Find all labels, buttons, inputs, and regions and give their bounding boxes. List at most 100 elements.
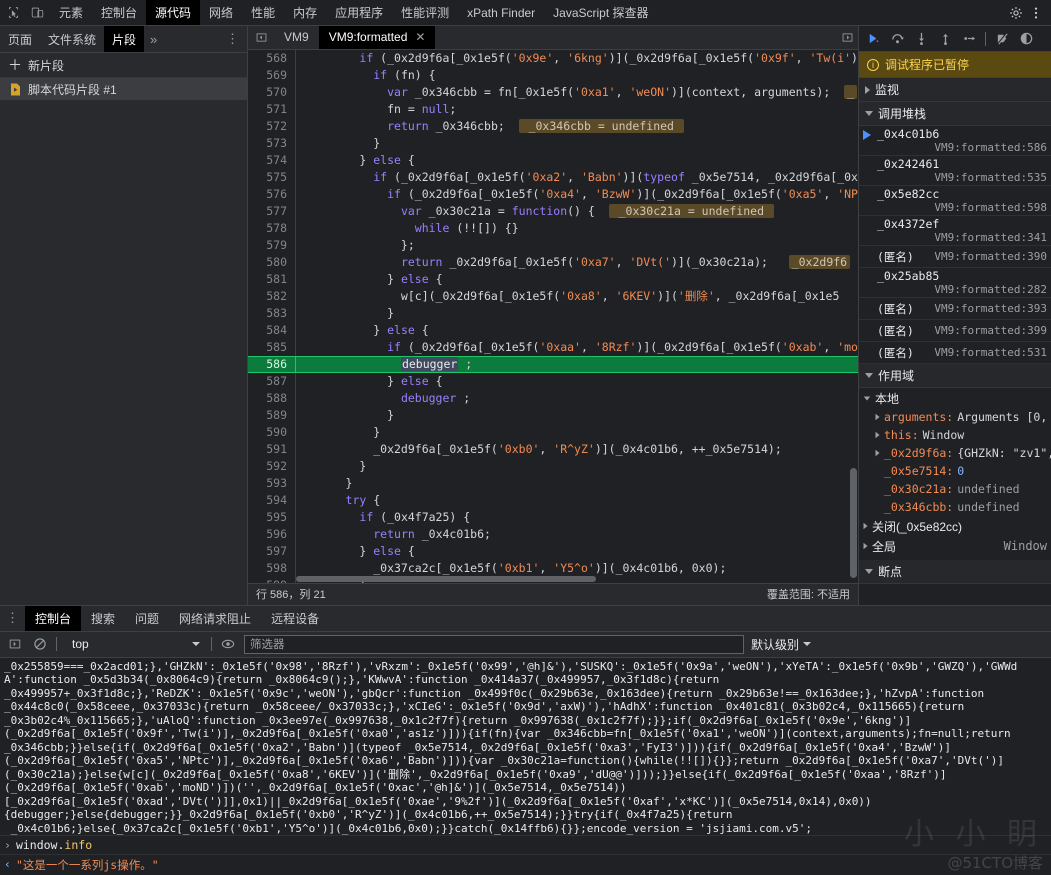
line-source[interactable]: _0x37ca2c[_0x1e5f('0xb1', 'Y5^o')](_0x4c… bbox=[296, 560, 858, 577]
code-line[interactable]: 575 if (_0x2d9f6a[_0x1e5f('0xa2', 'Babn'… bbox=[248, 168, 858, 186]
line-number[interactable]: 596 bbox=[248, 525, 296, 543]
call-stack-frame[interactable]: _0x5e82cc VM9:formatted:598 bbox=[859, 186, 1051, 216]
tab-memory[interactable]: 内存 bbox=[284, 0, 326, 25]
close-icon[interactable]: ✕ bbox=[415, 30, 425, 44]
line-source[interactable]: if (_0x2d9f6a[_0x1e5f('0x9e', '6kng')](_… bbox=[296, 50, 858, 67]
code-line[interactable]: 573 } bbox=[248, 134, 858, 152]
drawer-tab-remote-devices[interactable]: 远程设备 bbox=[261, 606, 329, 631]
line-source[interactable]: var _0x30c21a = function() { _0x30c21a =… bbox=[296, 203, 858, 220]
watch-section-header[interactable]: 监视 bbox=[859, 78, 1051, 102]
editor-horizontal-scrollbar[interactable] bbox=[296, 575, 849, 583]
code-line[interactable]: 579 }; bbox=[248, 236, 858, 254]
code-line[interactable]: 577 var _0x30c21a = function() { _0x30c2… bbox=[248, 202, 858, 220]
call-stack-frame[interactable]: _0x25ab85 VM9:formatted:282 bbox=[859, 268, 1051, 298]
console-input-row[interactable]: › window.info bbox=[0, 835, 1051, 854]
tab-javascript-profiler[interactable]: JavaScript 探查器 bbox=[544, 0, 657, 25]
line-number[interactable]: 578 bbox=[248, 219, 296, 237]
drawer-kebab-icon[interactable]: ⋮ bbox=[0, 606, 25, 631]
line-number[interactable]: 570 bbox=[248, 83, 296, 101]
editor-tab-overflow[interactable] bbox=[841, 26, 858, 49]
code-line[interactable]: 572 return _0x346cbb; _0x346cbb = undefi… bbox=[248, 117, 858, 135]
navigator-kebab-icon[interactable]: ⋮ bbox=[218, 26, 247, 52]
code-line[interactable]: 595 if (_0x4f7a25) { bbox=[248, 508, 858, 526]
line-number[interactable]: 577 bbox=[248, 202, 296, 220]
code-line[interactable]: 581 } else { bbox=[248, 270, 858, 288]
nav-tab-page[interactable]: 页面 bbox=[0, 26, 40, 52]
nav-more-tabs-button[interactable]: » bbox=[144, 26, 163, 52]
code-line[interactable]: 578 while (!![]) {} bbox=[248, 219, 858, 237]
tab-console[interactable]: 控制台 bbox=[92, 0, 146, 25]
tab-elements[interactable]: 元素 bbox=[50, 0, 92, 25]
tab-network[interactable]: 网络 bbox=[200, 0, 242, 25]
code-line[interactable]: 598 _0x37ca2c[_0x1e5f('0xb1', 'Y5^o')](_… bbox=[248, 559, 858, 577]
line-source[interactable]: } bbox=[296, 407, 858, 424]
tab-lighthouse[interactable]: 性能评测 bbox=[392, 0, 458, 25]
line-source[interactable]: if (_0x4f7a25) { bbox=[296, 509, 858, 526]
line-number[interactable]: 591 bbox=[248, 440, 296, 458]
new-snippet-button[interactable]: ＋ 新片段 bbox=[0, 53, 247, 78]
console-input-expression[interactable]: window.info bbox=[16, 838, 92, 852]
line-source[interactable]: } else { bbox=[296, 271, 858, 288]
code-line[interactable]: 568 if (_0x2d9f6a[_0x1e5f('0x9e', '6kng'… bbox=[248, 49, 858, 67]
chevron-right-icon[interactable] bbox=[875, 431, 880, 439]
kebab-menu-icon[interactable] bbox=[1027, 4, 1045, 22]
line-number[interactable]: 599 bbox=[248, 576, 296, 583]
line-number[interactable]: 575 bbox=[248, 168, 296, 186]
line-source[interactable]: return _0x4c01b6; bbox=[296, 526, 858, 543]
line-source[interactable]: } bbox=[296, 475, 858, 492]
tab-performance[interactable]: 性能 bbox=[242, 0, 284, 25]
call-stack-frame[interactable]: (匿名) VM9:formatted:393 bbox=[859, 298, 1051, 320]
line-number[interactable]: 574 bbox=[248, 151, 296, 169]
call-stack-frame[interactable]: (匿名) VM9:formatted:399 bbox=[859, 320, 1051, 342]
line-number[interactable]: 569 bbox=[248, 66, 296, 84]
code-line[interactable]: 593 } bbox=[248, 474, 858, 492]
tab-sources[interactable]: 源代码 bbox=[146, 0, 201, 25]
line-source[interactable]: w[c](_0x2d9f6a[_0x1e5f('0xa8', '6KEV')](… bbox=[296, 288, 858, 305]
deactivate-breakpoints-icon[interactable] bbox=[991, 28, 1013, 50]
editor-vertical-scrollbar[interactable] bbox=[849, 50, 858, 583]
line-source[interactable]: return _0x346cbb; _0x346cbb = undefined bbox=[296, 118, 858, 135]
line-number[interactable]: 598 bbox=[248, 559, 296, 577]
line-number[interactable]: 572 bbox=[248, 117, 296, 135]
line-number[interactable]: 592 bbox=[248, 457, 296, 475]
line-number[interactable]: 594 bbox=[248, 491, 296, 509]
code-line[interactable]: 576 if (_0x2d9f6a[_0x1e5f('0xa4', 'BzwW'… bbox=[248, 185, 858, 203]
code-line[interactable]: 586 debugger ; bbox=[248, 355, 858, 373]
code-line[interactable]: 597 } else { bbox=[248, 542, 858, 560]
line-source[interactable]: } else { bbox=[296, 152, 858, 169]
code-line[interactable]: 585 if (_0x2d9f6a[_0x1e5f('0xaa', '8Rzf'… bbox=[248, 338, 858, 356]
line-number[interactable]: 589 bbox=[248, 406, 296, 424]
line-source[interactable]: if (_0x2d9f6a[_0x1e5f('0xa2', 'Babn')](t… bbox=[296, 169, 858, 186]
clear-console-icon[interactable] bbox=[31, 635, 49, 653]
live-expression-icon[interactable] bbox=[219, 635, 237, 653]
call-stack-section-header[interactable]: 调用堆栈 bbox=[859, 102, 1051, 126]
line-source[interactable]: } bbox=[296, 424, 858, 441]
line-source[interactable]: } bbox=[296, 458, 858, 475]
scope-variable-row[interactable]: _0x5e7514: 0 bbox=[859, 462, 1051, 480]
line-source[interactable]: fn = null; bbox=[296, 101, 858, 118]
pause-on-exceptions-icon[interactable] bbox=[1015, 28, 1037, 50]
line-number[interactable]: 579 bbox=[248, 236, 296, 254]
navigate-back-icon[interactable] bbox=[248, 26, 274, 49]
line-source[interactable]: if (_0x2d9f6a[_0x1e5f('0xaa', '8Rzf')](_… bbox=[296, 339, 858, 356]
editor-tab-vm9-formatted[interactable]: VM9:formatted ✕ bbox=[318, 26, 436, 49]
line-number[interactable]: 582 bbox=[248, 287, 296, 305]
scope-local-header[interactable]: 本地 bbox=[859, 388, 1051, 408]
step-over-icon[interactable] bbox=[886, 28, 908, 50]
line-source[interactable]: } else { bbox=[296, 322, 858, 339]
console-filter-input[interactable]: 筛选器 bbox=[244, 634, 744, 654]
code-line[interactable]: 580 return _0x2d9f6a[_0x1e5f('0xa7', 'DV… bbox=[248, 253, 858, 271]
line-number[interactable]: 588 bbox=[248, 389, 296, 407]
scope-section-header[interactable]: 作用域 bbox=[859, 364, 1051, 388]
line-source[interactable]: return _0x2d9f6a[_0x1e5f('0xa7', 'DVt(')… bbox=[296, 254, 858, 271]
line-source[interactable]: } else { bbox=[296, 543, 858, 560]
editor-tab-vm9[interactable]: VM9 bbox=[274, 26, 319, 49]
scope-variable-row[interactable]: arguments: Arguments [0, … bbox=[859, 408, 1051, 426]
scope-variable-row[interactable]: this: Window bbox=[859, 426, 1051, 444]
drawer-tab-request-blocking[interactable]: 网络请求阻止 bbox=[169, 606, 261, 631]
code-line[interactable]: 594 try { bbox=[248, 491, 858, 509]
console-sidebar-icon[interactable] bbox=[6, 635, 24, 653]
drawer-tab-console[interactable]: 控制台 bbox=[25, 605, 82, 631]
step-out-icon[interactable] bbox=[934, 28, 956, 50]
call-stack-frame[interactable]: _0x4c01b6 VM9:formatted:586 bbox=[859, 126, 1051, 156]
